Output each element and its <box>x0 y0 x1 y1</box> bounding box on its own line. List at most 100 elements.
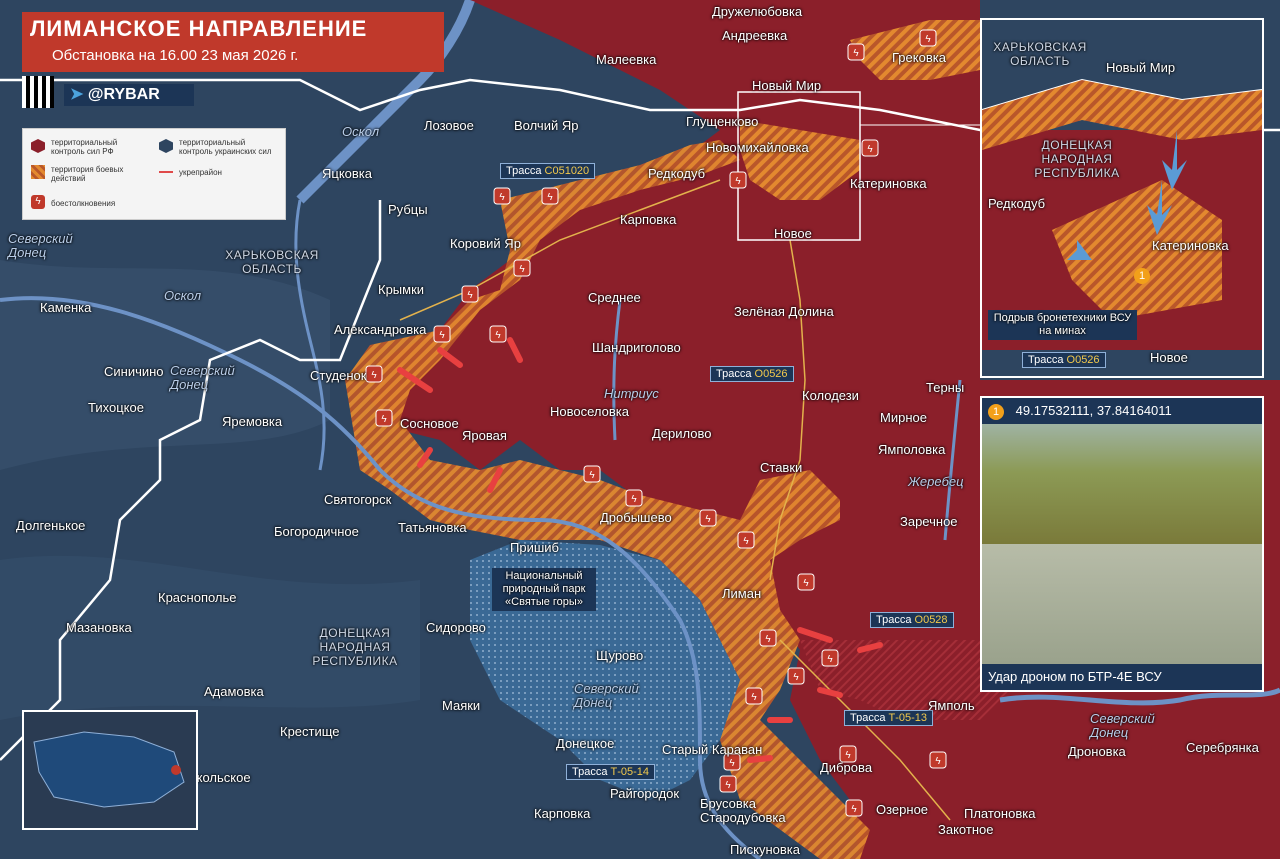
minimap-shape <box>33 731 185 808</box>
clash-icon: ϟ <box>583 465 601 483</box>
inset-region-donetsk: ДОНЕЦКАЯ НАРОДНАЯ РЕСПУБЛИКА <box>1034 138 1120 180</box>
park-label: Национальный природный парк «Святые горы… <box>492 568 596 611</box>
road-label-t0513: Трасса Т-05-13 <box>844 710 934 726</box>
road-code: Т-05-14 <box>610 766 650 778</box>
place-label: Старый Караван <box>662 742 763 757</box>
overview-minimap <box>22 710 198 830</box>
river-label-nitrius: Нитриус <box>604 386 659 401</box>
place-label: Яцковка <box>322 166 373 181</box>
place-label: Карповка <box>620 212 677 227</box>
svg-text:ϟ: ϟ <box>925 34 931 45</box>
place-label: Рубцы <box>388 202 428 217</box>
river-label-donets-4: Северский Донец <box>1090 711 1155 740</box>
clash-icon: ϟ <box>461 285 479 303</box>
river-label-donets-2: Северский Донец <box>170 363 235 392</box>
svg-text:ϟ: ϟ <box>867 144 873 155</box>
place-label: Колодези <box>802 388 859 403</box>
svg-text:ϟ: ϟ <box>547 192 553 203</box>
svg-text:ϟ: ϟ <box>803 578 809 589</box>
inset-marker-1: 1 <box>1134 268 1150 284</box>
clash-icon: ϟ <box>625 489 643 507</box>
road-code: О0528 <box>914 614 948 626</box>
place-label: Закотное <box>938 822 994 837</box>
road-code: С051020 <box>544 165 590 177</box>
legend-fortline: укрепрайон <box>179 168 222 177</box>
place-label: Среднее <box>588 290 641 305</box>
place-label: Тихоцкое <box>88 400 144 415</box>
road-label-t0514: Трасса Т-05-14 <box>566 764 656 780</box>
place-label: Лозовое <box>424 118 474 133</box>
clash-icon: ϟ <box>737 531 755 549</box>
region-label-kharkiv: ХАРЬКОВСКАЯ ОБЛАСТЬ <box>225 248 319 276</box>
road-label-o0528: Трасса О0528 <box>870 612 954 628</box>
video-marker-1: 1 <box>988 404 1004 420</box>
region-label-donetsk: ДОНЕЦКАЯ НАРОДНАЯ РЕСПУБЛИКА <box>312 626 398 668</box>
place-label: Краснополье <box>158 590 237 605</box>
minimap-target-marker <box>171 765 181 775</box>
clash-icon: ϟ <box>513 259 531 277</box>
clash-icon: ϟ <box>375 409 393 427</box>
clash-icon: ϟ <box>759 629 777 647</box>
place-label: Долгенькое <box>16 518 86 533</box>
clash-icon: ϟ <box>433 325 451 343</box>
road-label-o0526: Трасса О0526 <box>710 366 794 382</box>
place-label: Александровка <box>334 322 427 337</box>
svg-text:ϟ: ϟ <box>851 804 857 815</box>
place-label: Донецкое <box>556 736 615 751</box>
road-prefix: Трасса <box>876 614 915 626</box>
place-label: Дибровa <box>820 760 873 775</box>
place-label: Коровий Яр <box>450 236 521 251</box>
inset-road-label: Трасса О0526 <box>1022 352 1106 368</box>
svg-text:ϟ: ϟ <box>793 672 799 683</box>
place-label: Стародубовка <box>700 810 786 825</box>
place-label: Синичино <box>104 364 164 379</box>
legend-ua-control: территориальный контроль украинских сил <box>179 138 272 156</box>
map-legend: территориальный контроль сил РФ территор… <box>22 128 286 220</box>
svg-text:ϟ: ϟ <box>735 176 741 187</box>
svg-text:ϟ: ϟ <box>729 758 735 769</box>
place-label: Яровая <box>462 428 507 443</box>
legend-fortline-swatch <box>159 171 173 173</box>
clash-icon: ϟ <box>365 365 383 383</box>
place-label: Татьяновка <box>398 520 467 535</box>
place-label: Дробышево <box>600 510 672 525</box>
page-subtitle: Обстановка на 16.00 23 мая 2026 г. <box>52 47 299 64</box>
place-label: Грековка <box>892 50 946 65</box>
legend-ru-swatch <box>31 139 45 153</box>
inset-place-katerinovka: Катериновка <box>1152 238 1229 253</box>
video-panel[interactable]: 1 49.17532111, 37.84164011 Удар дроном п… <box>980 396 1264 692</box>
place-label: Новое <box>774 226 812 241</box>
place-label: Глущенково <box>686 114 759 129</box>
place-label: Лиман <box>722 586 762 601</box>
video-header: 1 49.17532111, 37.84164011 <box>982 398 1262 424</box>
road-label-c051020: Трасса С051020 <box>500 163 596 179</box>
svg-text:ϟ: ϟ <box>589 470 595 481</box>
svg-text:ϟ: ϟ <box>705 514 711 525</box>
clash-icon: ϟ <box>489 325 507 343</box>
place-label: Крымки <box>378 282 425 297</box>
video-caption: Удар дроном по БТР-4Е ВСУ <box>982 664 1262 690</box>
place-label: Студенок <box>310 368 367 383</box>
clash-icon: ϟ <box>847 43 865 61</box>
minimap-region <box>33 731 185 808</box>
place-label: Новоселовка <box>550 404 629 419</box>
clash-icon: ϟ <box>845 799 863 817</box>
place-label: Дружелюбовка <box>712 4 803 19</box>
place-label: Щурово <box>596 648 644 663</box>
place-label: Райгородок <box>610 786 680 801</box>
road-code: Т-05-13 <box>888 712 928 724</box>
place-label: Мазановка <box>66 620 132 635</box>
place-label: Озерное <box>876 802 929 817</box>
attack-arrow <box>747 755 773 763</box>
inset-place-redkodub: Редкодуб <box>988 196 1046 211</box>
svg-text:ϟ: ϟ <box>499 192 505 203</box>
svg-text:ϟ: ϟ <box>381 414 387 425</box>
inset-panel: ХАРЬКОВСКАЯ ОБЛАСТЬ ДОНЕЦКАЯ НАРОДНАЯ РЕ… <box>980 18 1264 378</box>
inset-region-kharkiv: ХАРЬКОВСКАЯ ОБЛАСТЬ <box>993 40 1087 68</box>
clash-icon: ϟ <box>719 775 737 793</box>
brand-badge: ➤ @RYBAR <box>64 84 194 106</box>
place-label: Редкодуб <box>648 166 706 181</box>
clash-icon: ϟ <box>493 187 511 205</box>
clash-icon: ϟ <box>729 171 747 189</box>
place-label: Малеевка <box>596 52 657 67</box>
